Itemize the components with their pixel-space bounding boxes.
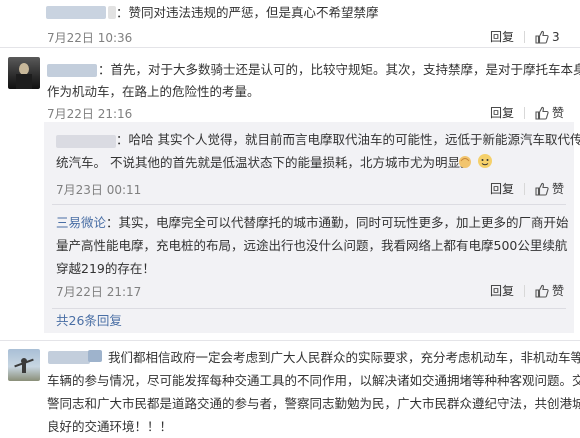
- action-divider: [524, 106, 526, 119]
- thumbs-up-icon: [535, 284, 549, 298]
- reply-button[interactable]: 回复: [490, 28, 514, 45]
- reply-divider: [52, 308, 566, 309]
- like-count: 3: [552, 29, 560, 44]
- comment-text-line-2: 作为机动车，在路上的危险性的考量。: [47, 84, 260, 99]
- comment-text: ：赞同对违法违规的严惩，但是真心不希望禁摩: [116, 5, 379, 20]
- reply-text-line-1: ：其实，电摩完全可以代替摩托的城市通勤，同时可玩性更多，加上更多的厂商开始: [106, 215, 569, 230]
- username-blurred[interactable]: [47, 64, 97, 77]
- more-replies-link[interactable]: 共26条回复: [56, 312, 122, 330]
- reply-divider: [52, 204, 566, 205]
- reply-author-link[interactable]: 三易微论: [56, 211, 106, 234]
- reply-button[interactable]: 回复: [490, 180, 514, 197]
- reply-text-line-2: 统汽车。 不说其他的首先就是低温状态下的能量损耗，北方城市尤为明显。: [56, 155, 473, 170]
- comment-text-line-2: 车辆的参与情况，尽可能发挥每种交通工具的不同作用，以解决诸如交通拥堵等种种客观问…: [47, 373, 580, 388]
- comment-actions: 回复 3: [490, 28, 560, 45]
- action-divider: [524, 284, 526, 297]
- comment-text-line-3: 警同志和广大市民都是道路交通的参与者，警察同志勤勉为民，广大市民群众遵纪守法，共…: [47, 396, 580, 411]
- reply-button[interactable]: 回复: [490, 282, 514, 299]
- vip-badge-blurred: [88, 350, 102, 362]
- hand-emoji-icon: [459, 156, 471, 168]
- comment-1: ：赞同对违法违规的严惩，但是真心不希望禁摩 7月22日 10:36 回复 3: [0, 0, 580, 46]
- username-blurred-tail: [108, 6, 116, 19]
- thumbs-up-icon: [535, 30, 549, 44]
- like-button[interactable]: 3: [535, 30, 560, 44]
- reply-1: ：哈哈 其实个人觉得，就目前而言电摩取代油车的可能性，远低于新能源汽车取代传 统…: [44, 122, 580, 202]
- reply-text-line-3: 穿越219的存在！: [56, 261, 155, 276]
- like-label: 赞: [552, 182, 565, 196]
- reply-list: ：哈哈 其实个人觉得，就目前而言电摩取代油车的可能性，远低于新能源汽车取代传 统…: [44, 122, 580, 333]
- comment-text-line-4: 良好的交通环境！！！: [47, 419, 173, 434]
- thumbs-up-icon: [535, 182, 549, 196]
- reply-actions: 回复 赞: [490, 282, 564, 299]
- thumbs-up-icon: [535, 106, 549, 120]
- reply-text-line-1: ：哈哈 其实个人觉得，就目前而言电摩取代油车的可能性，远低于新能源汽车取代传: [116, 132, 580, 147]
- reply-time: 7月23日 00:11: [56, 183, 142, 197]
- like-label: 赞: [552, 106, 565, 120]
- emoji-stickers: [457, 153, 493, 169]
- comment-time: 7月22日 10:36: [47, 31, 133, 45]
- reply-text-line-2: 量产高性能电摩，充电桩的布局，远途出行也没什么问题，我看网络上都有电摩500公里…: [56, 238, 568, 253]
- action-divider: [524, 30, 526, 43]
- comment-2: ：首先，对于大多数骑士还是认可的，比较守规矩。其次，支持禁摩，是对于摩托车本身 …: [0, 48, 580, 123]
- reply-author-blurred[interactable]: [56, 135, 116, 148]
- like-label: 赞: [552, 284, 565, 298]
- avatar[interactable]: [8, 349, 40, 381]
- reply-button[interactable]: 回复: [490, 104, 514, 121]
- comment-time: 7月22日 21:16: [47, 107, 133, 121]
- action-divider: [524, 182, 526, 195]
- reply-actions: 回复 赞: [490, 180, 564, 197]
- comment-text-line-1: ：首先，对于大多数骑士还是认可的，比较守规矩。其次，支持禁摩，是对于摩托车本身: [98, 62, 580, 77]
- comment-text-line-1: 我们都相信政府一定会考虑到广大人民群众的实际要求，充分考虑机动车，非机动车等: [108, 350, 580, 365]
- comment-actions: 回复 赞: [490, 104, 564, 121]
- reply-2: 三易微论 ：其实，电摩完全可以代替摩托的城市通勤，同时可玩性更多，加上更多的厂商…: [44, 206, 574, 306]
- face-emoji-icon: [478, 154, 493, 168]
- reply-time: 7月22日 21:17: [56, 285, 142, 299]
- username-blurred[interactable]: [46, 6, 106, 19]
- like-button[interactable]: 赞: [535, 104, 564, 121]
- like-button[interactable]: 赞: [535, 282, 564, 299]
- username-blurred[interactable]: [48, 351, 90, 364]
- comment-3: 我们都相信政府一定会考虑到广大人民群众的实际要求，充分考虑机动车，非机动车等 车…: [0, 341, 580, 438]
- avatar[interactable]: [8, 57, 40, 89]
- like-button[interactable]: 赞: [535, 180, 564, 197]
